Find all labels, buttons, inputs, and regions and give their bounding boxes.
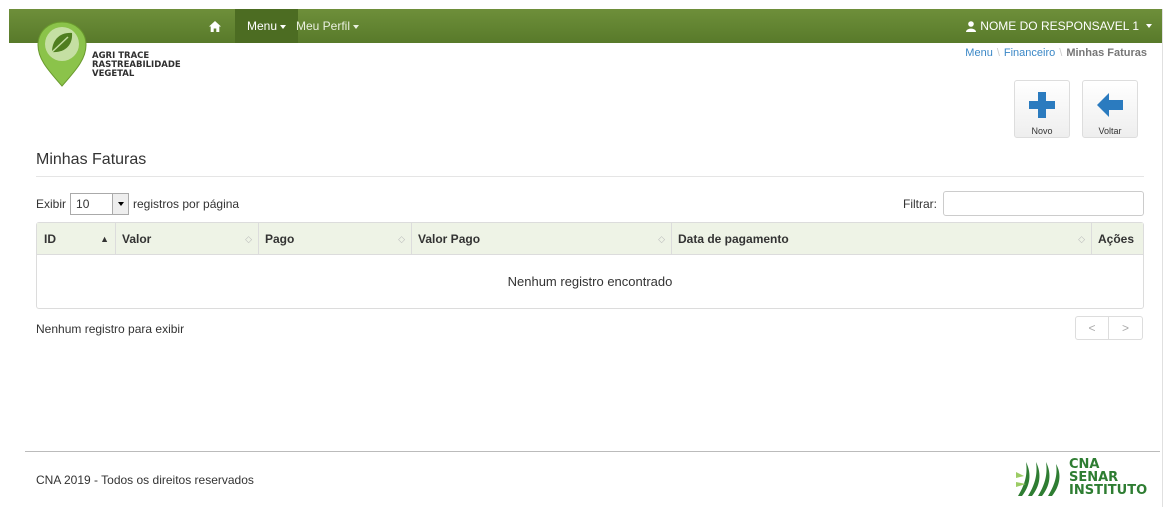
column-header-label: Ações — [1098, 232, 1135, 246]
user-name: NOME DO RESPONSAVEL 1 — [980, 19, 1139, 33]
page-length-value: 10 — [76, 197, 90, 211]
novo-label: Novo — [1031, 126, 1053, 136]
column-header-label: Valor — [122, 232, 152, 246]
filter-input[interactable] — [943, 191, 1144, 216]
length-suffix: registros por página — [133, 197, 240, 211]
column-header-label: Pago — [265, 232, 295, 246]
breadcrumb-separator: \ — [996, 47, 1000, 59]
logo-text: AGRI TRACE RASTREABILIDADE VEGETAL — [92, 52, 181, 79]
chevron-down-icon — [353, 24, 360, 29]
logo-line3: VEGETAL — [92, 69, 135, 79]
page-length-select[interactable]: 10 — [70, 193, 130, 215]
breadcrumb-separator: \ — [1059, 47, 1063, 59]
column-header-id[interactable]: ID ▲ — [37, 223, 115, 255]
column-header-label: Valor Pago — [418, 232, 481, 246]
page-border — [1162, 9, 1163, 507]
voltar-label: Voltar — [1098, 126, 1122, 136]
chevron-down-icon — [280, 24, 287, 29]
column-header-label: ID — [44, 232, 56, 246]
table-info: Nenhum registro para exibir — [36, 322, 185, 336]
nav-perfil-label: Meu Perfil — [296, 19, 351, 33]
length-prefix: Exibir — [36, 197, 67, 211]
voltar-button[interactable]: Voltar — [1082, 80, 1138, 138]
leaf-pin-icon — [37, 21, 87, 87]
column-header-valor-pago[interactable]: Valor Pago ◇ — [411, 223, 671, 255]
breadcrumb-current: Minhas Faturas — [1066, 47, 1147, 59]
breadcrumb-financeiro[interactable]: Financeiro — [1004, 47, 1055, 59]
chevron-down-icon — [117, 202, 124, 206]
next-page-button[interactable]: > — [1109, 316, 1143, 340]
breadcrumb: Menu \ Financeiro \ Minhas Faturas — [965, 47, 1147, 59]
column-header-label: Data de pagamento — [678, 232, 789, 246]
wheat-icon — [1016, 462, 1060, 496]
column-header-pago[interactable]: Pago ◇ — [258, 223, 411, 255]
breadcrumb-menu[interactable]: Menu — [965, 47, 993, 59]
title-divider — [36, 176, 1144, 177]
sort-icon: ◇ — [1078, 234, 1085, 244]
footer-copyright: CNA 2019 - Todos os direitos reservados — [36, 473, 254, 487]
filter-label: Filtrar: — [903, 196, 937, 211]
page-title: Minhas Faturas — [36, 151, 147, 168]
home-button[interactable] — [201, 9, 229, 43]
novo-button[interactable]: Novo — [1014, 80, 1070, 138]
sort-icon: ◇ — [658, 234, 665, 244]
pagination: < > — [1075, 316, 1143, 340]
sort-asc-icon: ▲ — [100, 234, 109, 244]
chevron-down-icon — [1146, 24, 1152, 28]
sort-icon: ◇ — [245, 234, 252, 244]
nav-menu-dropdown[interactable]: Menu — [235, 9, 299, 43]
prev-page-button[interactable]: < — [1075, 316, 1109, 340]
column-header-data-pagamento[interactable]: Data de pagamento ◇ — [671, 223, 1091, 255]
faturas-table: ID ▲ Valor ◇ Pago ◇ Valor Pago ◇ Data de… — [36, 222, 1144, 309]
column-header-acoes: Ações — [1091, 223, 1143, 255]
table-empty-message: Nenhum registro encontrado — [507, 274, 673, 289]
arrow-left-icon — [1097, 93, 1123, 117]
footer-divider — [25, 451, 1160, 452]
select-dropdown-button[interactable] — [112, 194, 129, 214]
page-length-control: Exibir 10 registros por página — [36, 193, 239, 215]
column-header-valor[interactable]: Valor ◇ — [115, 223, 258, 255]
plus-icon — [1029, 92, 1055, 118]
user-dropdown[interactable]: NOME DO RESPONSAVEL 1 — [966, 9, 1152, 43]
user-icon — [966, 20, 977, 32]
nav-menu-label: Menu — [247, 19, 278, 33]
footer-logo-line3: INSTITUTO — [1069, 483, 1148, 498]
table-header: ID ▲ Valor ◇ Pago ◇ Valor Pago ◇ Data de… — [37, 223, 1143, 255]
sort-icon: ◇ — [398, 234, 405, 244]
filter-control: Filtrar: — [903, 191, 1144, 216]
home-icon — [209, 20, 221, 32]
nav-perfil-dropdown[interactable]: Meu Perfil — [296, 9, 360, 43]
footer-logo-text: CNA SENAR INSTITUTO — [1069, 458, 1147, 497]
